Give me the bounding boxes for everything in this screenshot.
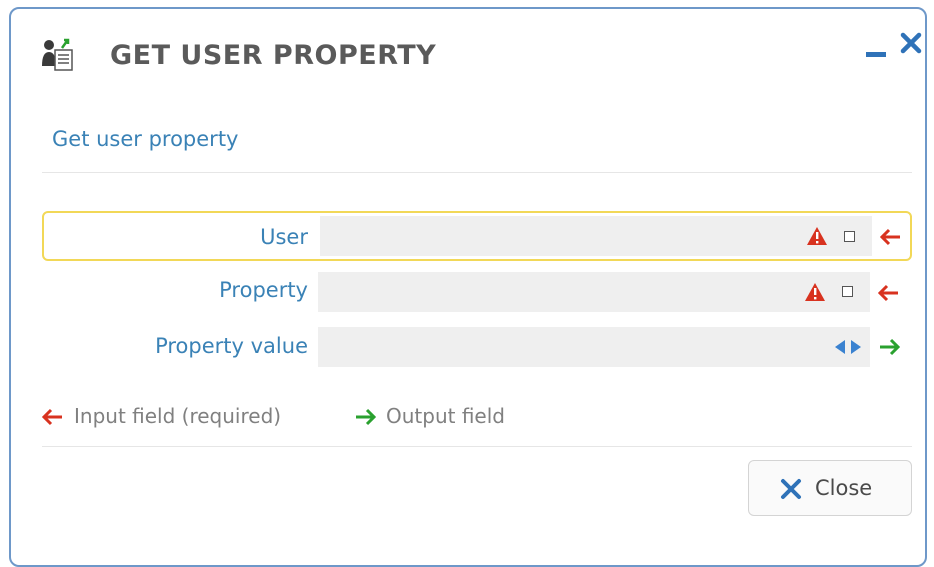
dialog-title: GET USER PROPERTY (110, 40, 437, 71)
field-label-property: Property (219, 278, 308, 302)
field-label-property-value: Property value (155, 334, 308, 358)
legend-output-label: Output field (386, 404, 505, 428)
warning-icon (807, 227, 827, 245)
user-document-icon (42, 38, 73, 71)
footer-divider (42, 446, 912, 447)
header-divider (42, 172, 912, 173)
arrow-right-icon (356, 408, 376, 426)
left-right-arrows-icon[interactable] (834, 339, 862, 355)
close-button[interactable]: Close (748, 460, 912, 516)
field-row-property: Property (42, 268, 912, 318)
property-value-input[interactable] (318, 327, 870, 367)
field-label-user: User (260, 225, 308, 249)
arrow-left-icon (878, 284, 898, 302)
arrow-left-icon (42, 408, 62, 426)
minimize-icon[interactable] (866, 52, 886, 57)
legend-input-label: Input field (required) (74, 404, 282, 428)
warning-icon (805, 283, 825, 301)
dialog-subtitle: Get user property (52, 127, 239, 151)
field-row-property-value: Property value (42, 323, 912, 373)
field-row-user[interactable]: User (42, 211, 912, 261)
user-input[interactable] (320, 216, 872, 256)
user-checkbox[interactable] (844, 231, 855, 242)
close-button-label: Close (815, 476, 873, 500)
close-icon (781, 479, 801, 499)
property-checkbox[interactable] (842, 286, 853, 297)
arrow-right-icon (880, 338, 900, 356)
property-input[interactable] (318, 272, 870, 312)
arrow-left-icon (880, 228, 900, 246)
close-icon[interactable] (898, 30, 924, 56)
